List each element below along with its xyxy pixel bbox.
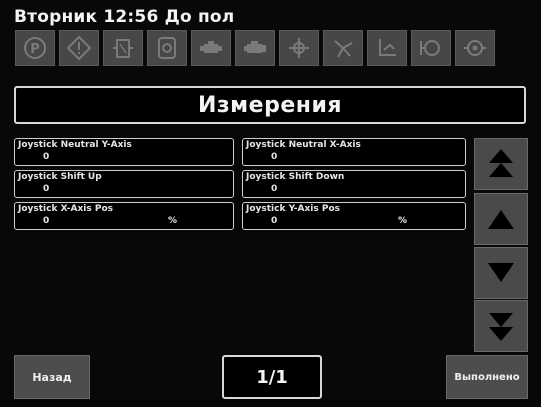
measurement-value: 0 [271,152,278,162]
measurement-cell: Joystick Neutral Y-Axis 0 [14,138,234,166]
warning-icon[interactable] [59,30,99,66]
measurement-cell: Joystick X-Axis Pos 0 % [14,202,234,230]
gearbox-icon[interactable] [455,30,495,66]
measurement-cell: Joystick Shift Down 0 [242,170,466,198]
page-title: Измерения [197,92,342,118]
hydraulic-level-icon[interactable] [367,30,407,66]
measurement-label: Joystick Neutral X-Axis [246,140,361,150]
triangle-down-icon [488,263,514,282]
done-button[interactable]: Выполнено [446,355,528,399]
fan-icon[interactable] [323,30,363,66]
hydraulic-filter-icon[interactable] [103,30,143,66]
back-button[interactable]: Назад [14,355,90,399]
scroll-down-button[interactable] [474,247,528,299]
page-up-button[interactable] [474,138,528,190]
measurement-unit: % [398,216,408,226]
measurement-value: 0 [43,152,50,162]
gear-icon[interactable] [147,30,187,66]
measurement-value: 0 [43,184,50,194]
transmission-icon[interactable] [279,30,319,66]
status-bar: Вторник 12:56 До пол [14,7,235,27]
measurement-value: 0 [271,184,278,194]
measurement-label: Joystick Neutral Y-Axis [18,140,132,150]
measurement-value: 0 [271,216,278,226]
engine-icon[interactable] [191,30,231,66]
measurements-screen: Вторник 12:56 До пол P Измерения Joystic… [0,0,541,407]
page-title-bar: Измерения [14,86,526,124]
icon-toolbar: P [15,30,535,66]
pump-icon[interactable] [411,30,451,66]
measurement-label: Joystick Shift Down [246,172,345,182]
measurement-label: Joystick X-Axis Pos [18,204,114,214]
measurement-cell: Joystick Shift Up 0 [14,170,234,198]
measurement-cell: Joystick Y-Axis Pos 0 % [242,202,466,230]
double-chevron-down-icon [489,313,513,341]
double-chevron-up-icon [489,149,513,177]
measurement-label: Joystick Y-Axis Pos [246,204,341,214]
triangle-up-icon [488,210,514,229]
parking-brake-icon[interactable]: P [15,30,55,66]
engine-alt-icon[interactable] [235,30,275,66]
measurement-value: 0 [43,216,50,226]
measurement-label: Joystick Shift Up [18,172,102,182]
measurement-cell: Joystick Neutral X-Axis 0 [242,138,466,166]
measurement-unit: % [168,216,178,226]
page-indicator: 1/1 [222,355,322,399]
page-down-button[interactable] [474,300,528,352]
scroll-up-button[interactable] [474,193,528,245]
svg-text:P: P [30,42,40,57]
